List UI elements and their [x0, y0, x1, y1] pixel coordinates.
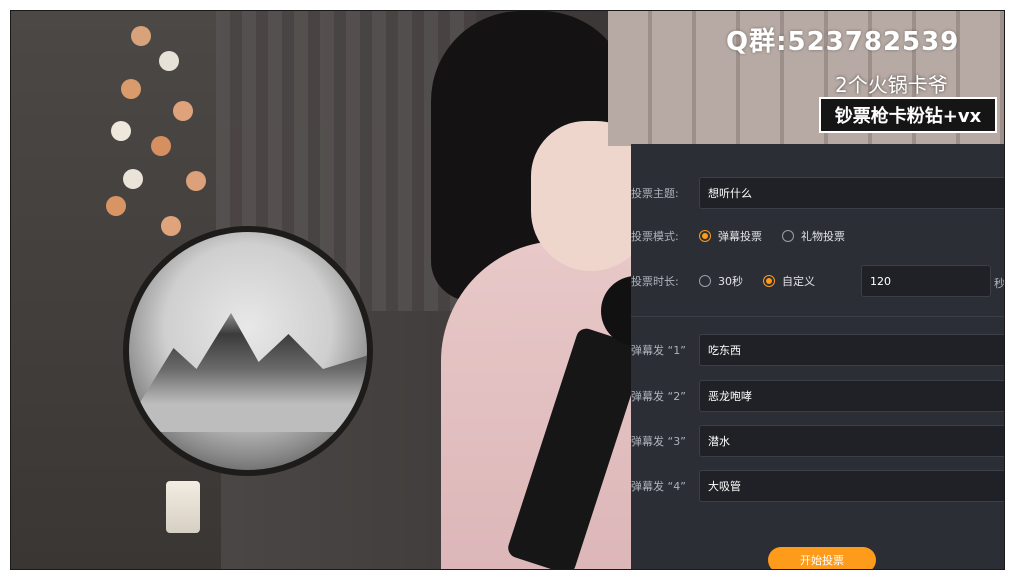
- radio-selected-icon: [699, 230, 711, 242]
- hotpot-text: 2个火锅卡爷: [835, 73, 948, 97]
- option-label-4: 弹幕发 “4”: [631, 480, 686, 493]
- candle: [166, 481, 200, 533]
- mode-label: 投票模式:: [631, 230, 679, 243]
- radio-icon: [782, 230, 794, 242]
- flower-arrangement: [91, 21, 231, 241]
- divider: [631, 316, 1004, 317]
- duration-input[interactable]: 120: [861, 265, 991, 297]
- qq-group-text: Q群:523782539: [726, 27, 960, 57]
- duration-custom-radio[interactable]: 自定义: [763, 273, 815, 289]
- option-input-3[interactable]: 潜水: [699, 425, 1004, 457]
- option-input-1[interactable]: 吃东西: [699, 334, 1004, 366]
- stream-video: [11, 11, 771, 569]
- vote-panel: 投票主题: 想听什么 投票模式: 弹幕投票 礼物投票 投票时长: 30秒 自定义: [631, 144, 1005, 569]
- duration-label: 投票时长:: [631, 275, 679, 288]
- streamer: [241, 11, 771, 569]
- topic-label: 投票主题:: [631, 187, 679, 200]
- duration-30s-radio[interactable]: 30秒: [699, 273, 743, 289]
- stream-frame: Q群:523782539 2个火锅卡爷 钞票枪卡粉钻+vx 投票主题: 想听什么…: [10, 10, 1005, 570]
- promo-banner: 钞票枪卡粉钻+vx: [819, 97, 997, 133]
- topic-input[interactable]: 想听什么: [699, 177, 1004, 209]
- mode-danmaku-radio[interactable]: 弹幕投票: [699, 228, 762, 244]
- option-label-1: 弹幕发 “1”: [631, 344, 686, 357]
- option-input-4[interactable]: 大吸管: [699, 470, 1004, 502]
- radio-selected-icon: [763, 275, 775, 287]
- option-label-2: 弹幕发 “2”: [631, 390, 686, 403]
- duration-unit: 秒: [994, 277, 1005, 290]
- radio-icon: [699, 275, 711, 287]
- start-vote-button[interactable]: 开始投票: [768, 547, 876, 569]
- mode-gift-radio[interactable]: 礼物投票: [782, 228, 845, 244]
- option-input-2[interactable]: 恶龙咆哮: [699, 380, 1004, 412]
- option-label-3: 弹幕发 “3”: [631, 435, 686, 448]
